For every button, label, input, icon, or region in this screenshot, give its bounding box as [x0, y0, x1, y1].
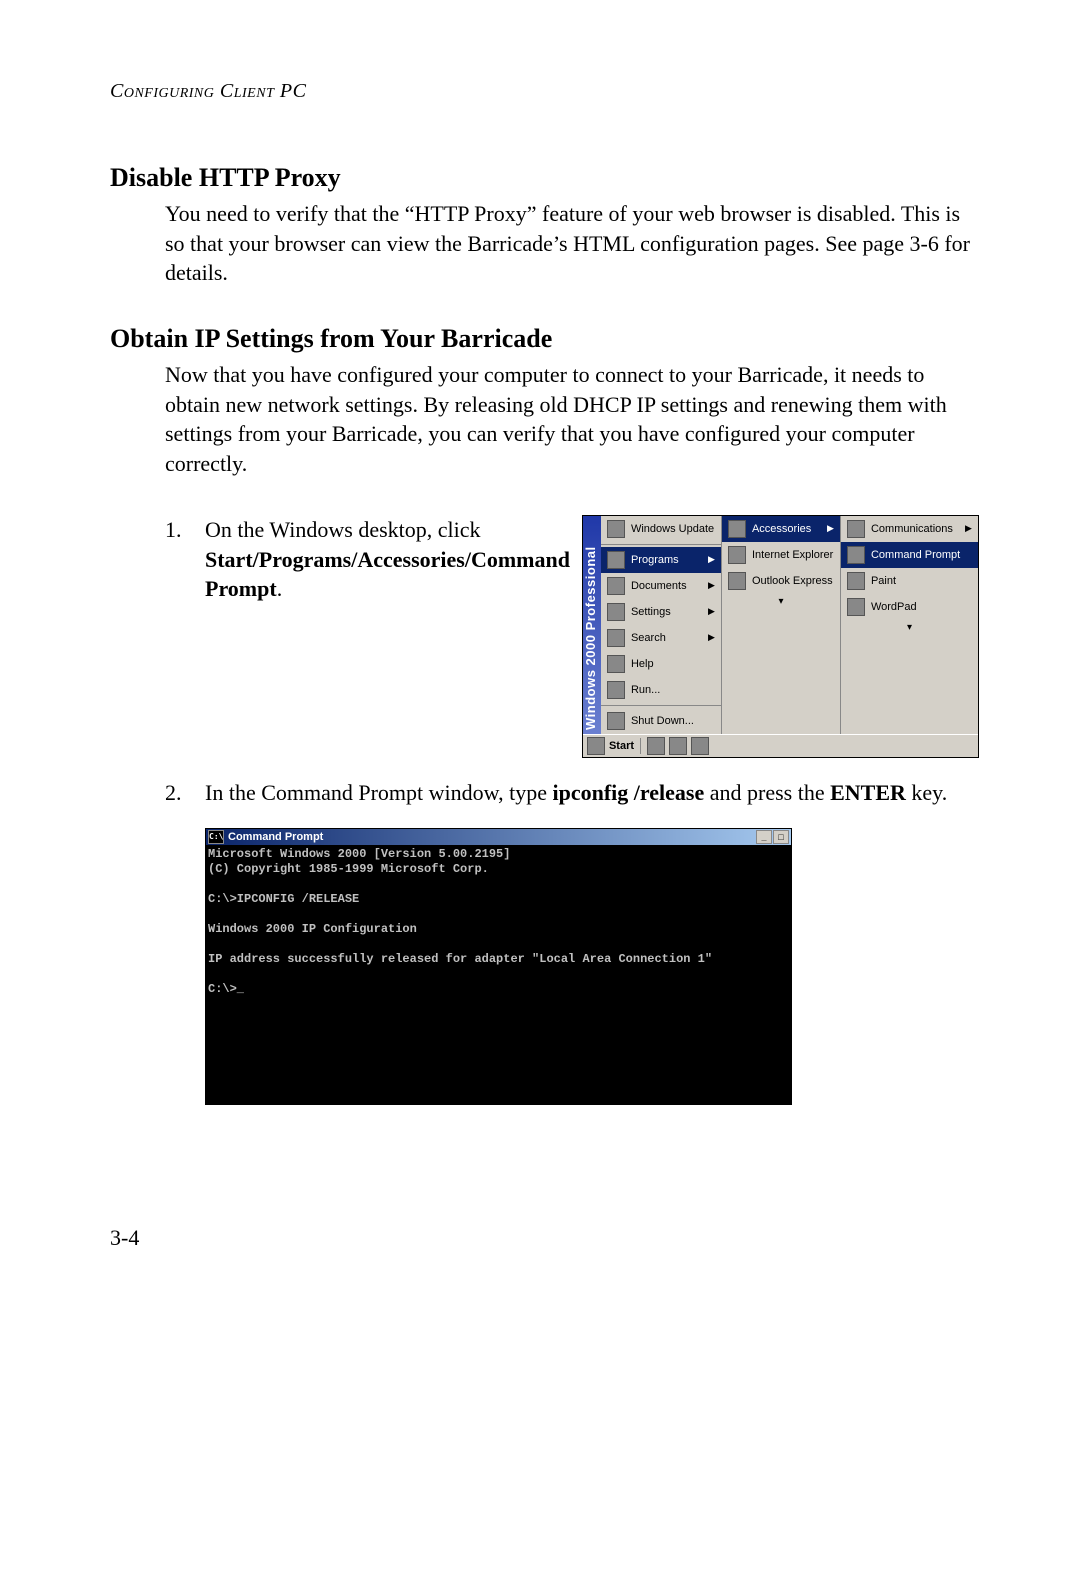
menu-help-label: Help: [631, 658, 654, 670]
menu-help[interactable]: Help: [601, 651, 721, 677]
start-menu-stripe: Windows 2000 Professional: [583, 516, 601, 734]
menu-internet-explorer[interactable]: Internet Explorer: [722, 542, 840, 568]
step-1-bold: Start/Programs/Accessories/Command Promp…: [205, 547, 570, 602]
quicklaunch-icon[interactable]: [669, 737, 687, 755]
menu-communications[interactable]: Communications ▶: [841, 516, 978, 542]
menu-command-prompt-label: Command Prompt: [871, 549, 960, 561]
cmd-icon: [847, 546, 865, 564]
menu-documents[interactable]: Documents ▶: [601, 573, 721, 599]
menu-programs-label: Programs: [631, 554, 679, 566]
chevron-right-icon: ▶: [965, 523, 972, 534]
step-2-bold2: ENTER: [830, 780, 906, 805]
start-menu-column-accessories: Communications ▶ Command Prompt Paint Wor…: [841, 516, 978, 734]
step-1-post: .: [277, 576, 283, 601]
command-prompt-screenshot: C:\ Command Prompt _ □ Microsoft Windows…: [205, 828, 792, 1105]
cmd-titlebar-icon: C:\: [208, 830, 224, 844]
menu-paint[interactable]: Paint: [841, 568, 978, 594]
menu-programs[interactable]: Programs ▶: [601, 547, 721, 573]
start-menu-screenshot: Windows 2000 Professional Windows Update…: [582, 515, 979, 758]
step-2-pre: In the Command Prompt window, type: [205, 780, 553, 805]
menu-paint-label: Paint: [871, 575, 896, 587]
menu-shutdown[interactable]: Shut Down...: [601, 708, 721, 734]
step-2-number: 2.: [165, 778, 205, 808]
menu-ie-label: Internet Explorer: [752, 549, 833, 561]
section-obtain-ip-title: Obtain IP Settings from Your Barricade: [110, 324, 970, 354]
chevron-down-icon[interactable]: ▾: [841, 620, 978, 635]
start-flag-icon: [587, 737, 605, 755]
run-icon: [607, 681, 625, 699]
menu-shutdown-label: Shut Down...: [631, 715, 694, 727]
menu-wordpad[interactable]: WordPad: [841, 594, 978, 620]
menu-outlook-express[interactable]: Outlook Express: [722, 568, 840, 594]
chevron-right-icon: ▶: [827, 523, 834, 534]
menu-communications-label: Communications: [871, 523, 953, 535]
outlook-icon: [728, 572, 746, 590]
window-title: Command Prompt: [228, 831, 323, 843]
menu-wordpad-label: WordPad: [871, 601, 917, 613]
chevron-down-icon[interactable]: ▾: [722, 594, 840, 609]
menu-settings-label: Settings: [631, 606, 671, 618]
menu-windows-update[interactable]: Windows Update: [601, 516, 721, 542]
menu-search[interactable]: Search ▶: [601, 625, 721, 651]
menu-run[interactable]: Run...: [601, 677, 721, 703]
quicklaunch-icon[interactable]: [691, 737, 709, 755]
folder-icon: [728, 520, 746, 538]
menu-documents-label: Documents: [631, 580, 687, 592]
quicklaunch-icon[interactable]: [647, 737, 665, 755]
paint-icon: [847, 572, 865, 590]
section-obtain-ip-body: Now that you have configured your comput…: [165, 360, 970, 479]
menu-accessories[interactable]: Accessories ▶: [722, 516, 840, 542]
menu-run-label: Run...: [631, 684, 660, 696]
section-disable-proxy-title: Disable HTTP Proxy: [110, 163, 970, 193]
running-head: Configuring Client PC: [110, 80, 970, 103]
documents-icon: [607, 577, 625, 595]
window-titlebar: C:\ Command Prompt _ □: [206, 829, 791, 845]
step-1-number: 1.: [165, 515, 205, 758]
section-disable-proxy-body: You need to verify that the “HTTP Proxy”…: [165, 199, 970, 288]
menu-accessories-label: Accessories: [752, 523, 811, 535]
wordpad-icon: [847, 598, 865, 616]
windows-update-icon: [607, 520, 625, 538]
start-button[interactable]: Start: [609, 740, 634, 752]
step-2-mid: and press the: [704, 780, 830, 805]
search-icon: [607, 629, 625, 647]
start-menu-column-main: Windows Update Programs ▶ Documents ▶ Sett…: [601, 516, 722, 734]
step-2-post: key.: [906, 780, 947, 805]
start-menu-column-programs: Accessories ▶ Internet Explorer Outlook E…: [722, 516, 841, 734]
menu-outlook-label: Outlook Express: [752, 575, 833, 587]
chevron-right-icon: ▶: [708, 580, 715, 591]
shutdown-icon: [607, 712, 625, 730]
menu-windows-update-label: Windows Update: [631, 523, 714, 535]
step-2-bold1: ipconfig /release: [553, 780, 705, 805]
ie-icon: [728, 546, 746, 564]
help-icon: [607, 655, 625, 673]
programs-icon: [607, 551, 625, 569]
menu-search-label: Search: [631, 632, 666, 644]
folder-icon: [847, 520, 865, 538]
command-prompt-output: Microsoft Windows 2000 [Version 5.00.219…: [206, 845, 791, 1104]
settings-icon: [607, 603, 625, 621]
step-1-pre: On the Windows desktop, click: [205, 517, 481, 542]
chevron-right-icon: ▶: [708, 554, 715, 565]
maximize-button[interactable]: □: [773, 830, 789, 844]
menu-settings[interactable]: Settings ▶: [601, 599, 721, 625]
page-number: 3-4: [110, 1225, 970, 1251]
menu-command-prompt[interactable]: Command Prompt: [841, 542, 978, 568]
chevron-right-icon: ▶: [708, 606, 715, 617]
minimize-button[interactable]: _: [756, 830, 772, 844]
chevron-right-icon: ▶: [708, 632, 715, 643]
taskbar: Start: [583, 734, 978, 757]
